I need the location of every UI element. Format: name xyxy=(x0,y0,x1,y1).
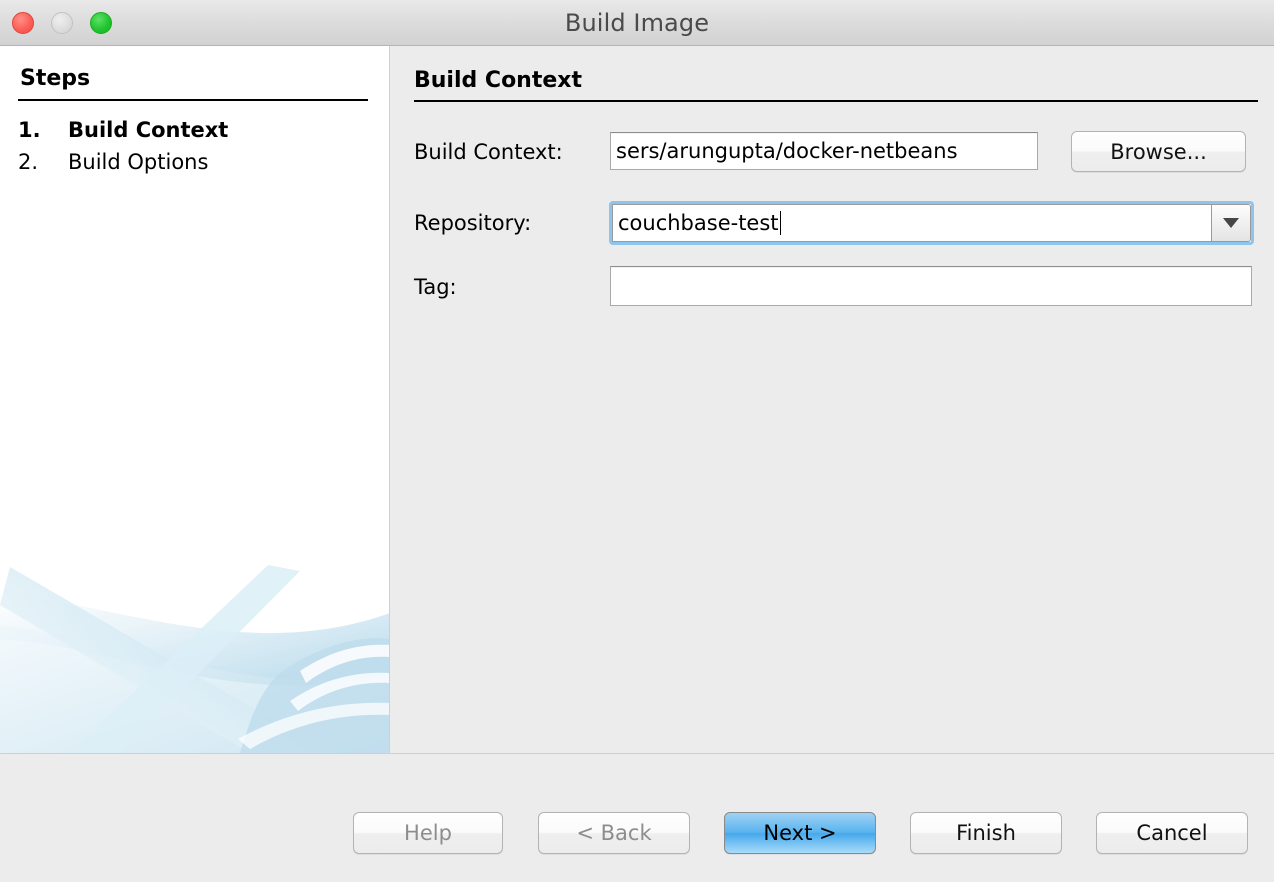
text-cursor xyxy=(779,211,781,235)
step-number: 1. xyxy=(18,118,41,142)
step-label: Build Options xyxy=(68,150,209,174)
repository-row: Repository: xyxy=(414,205,531,241)
steps-heading-divider xyxy=(18,99,368,101)
build-image-dialog: Build Image Steps 1. Build Context 2. Bu… xyxy=(0,0,1274,882)
step-label: Build Context xyxy=(68,118,229,142)
window-title: Build Image xyxy=(564,9,710,37)
cancel-button[interactable]: Cancel xyxy=(1096,812,1248,854)
repository-value: couchbase-test xyxy=(618,211,779,235)
sidebar-step-build-options: 2. Build Options xyxy=(18,150,368,182)
dialog-button-bar: Help < Back Next > Finish Cancel xyxy=(0,753,1274,882)
build-context-panel: Build Context Build Context: sers/arungu… xyxy=(391,46,1274,753)
repository-label: Repository: xyxy=(414,211,532,235)
help-button[interactable]: Help xyxy=(353,812,503,854)
panel-heading: Build Context xyxy=(414,68,582,93)
build-context-input[interactable]: sers/arungupta/docker-netbeans xyxy=(610,132,1038,170)
netbeans-swoosh-decoration xyxy=(0,553,389,753)
steps-heading: Steps xyxy=(20,66,91,91)
dialog-body: Steps 1. Build Context 2. Build Options xyxy=(0,46,1274,753)
sidebar-step-build-context: 1. Build Context xyxy=(18,118,368,150)
title-bar: Build Image xyxy=(0,0,1274,46)
steps-list: 1. Build Context 2. Build Options xyxy=(18,118,368,182)
browse-button[interactable]: Browse... xyxy=(1071,131,1246,172)
tag-label: Tag: xyxy=(414,275,457,299)
step-number: 2. xyxy=(18,150,39,174)
finish-button[interactable]: Finish xyxy=(910,812,1062,854)
repository-dropdown-button[interactable] xyxy=(1211,204,1251,242)
build-context-row: Build Context: xyxy=(414,134,563,170)
next-button[interactable]: Next > xyxy=(724,812,876,854)
panel-heading-divider xyxy=(414,100,1258,102)
tag-input[interactable] xyxy=(610,266,1252,306)
repository-input[interactable]: couchbase-test xyxy=(612,204,1211,242)
build-context-label: Build Context: xyxy=(414,140,563,164)
back-button[interactable]: < Back xyxy=(538,812,690,854)
steps-sidebar: Steps 1. Build Context 2. Build Options xyxy=(0,46,390,753)
tag-row: Tag: xyxy=(414,269,457,305)
repository-combobox[interactable]: couchbase-test xyxy=(609,201,1254,245)
chevron-down-icon xyxy=(1223,218,1239,228)
